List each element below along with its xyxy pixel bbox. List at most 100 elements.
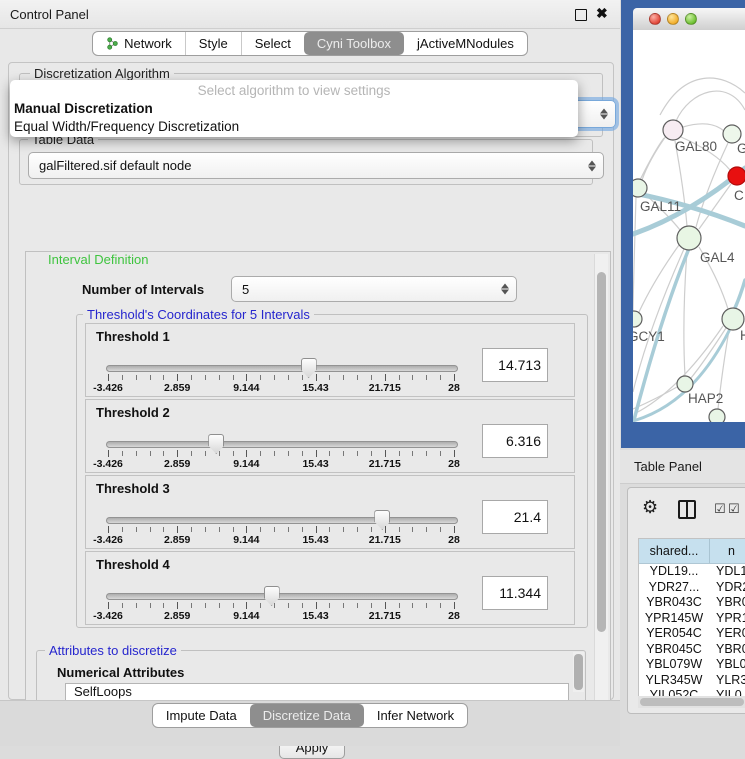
node-red[interactable] [728,167,745,185]
tick-label: 21.715 [369,534,401,546]
table-panel: ⚙ ☑ ☑ shared... n YDL19...YDL1YDR27...YD… [627,487,745,714]
node-partial[interactable] [709,409,725,422]
node-gal4[interactable] [677,226,701,250]
major-tick-mark [108,450,109,457]
major-tick-mark [454,602,455,609]
column-header-shared-name[interactable]: shared... [639,539,710,563]
minor-tick-mark [205,603,206,608]
threshold-value-field[interactable]: 21.4 [482,500,548,534]
minor-tick-mark [399,603,400,608]
gear-icon[interactable]: ⚙ [642,497,658,518]
node-h[interactable] [722,308,744,330]
minor-tick-mark [329,603,330,608]
number-of-intervals-combo[interactable]: 5 [231,276,517,302]
network-nodes[interactable] [633,120,745,422]
cell-name: YDR2 [709,580,745,596]
tab-cyni-toolbox[interactable]: Cyni Toolbox [304,32,404,55]
tab-infer-network[interactable]: Infer Network [364,704,467,727]
minor-tick-mark [371,527,372,532]
network-canvas[interactable]: GAL80 GA C GAL11 GAL4 GCY1 H HAP2 [633,30,745,422]
node-gal11[interactable] [633,179,647,197]
dropdown-item-equal-width-frequency[interactable]: Equal Width/Frequency Discretization [14,119,574,137]
minor-tick-mark [288,451,289,456]
minimize-traffic-light-icon[interactable] [667,13,679,25]
scrollbar-thumb[interactable] [640,698,744,706]
slider-scale: -3.4262.8599.14415.4321.71528 [108,602,454,622]
tick-label: 15.43 [302,534,328,546]
table-row[interactable]: YDL19...YDL1 [639,564,745,580]
attribute-item[interactable]: SelfLoops [66,684,568,699]
major-tick-mark [454,450,455,457]
scrollbar-thumb[interactable] [597,272,606,632]
horizontal-scrollbar[interactable] [638,696,745,708]
minor-tick-mark [122,603,123,608]
cell-name: YDL1 [709,564,745,580]
table-row[interactable]: YER054CYER0 [639,626,745,642]
tab-jactivemnodules[interactable]: jActiveMNodules [404,32,527,55]
dropdown-item-manual-discretization[interactable]: Manual Discretization [14,101,574,119]
tab-style[interactable]: Style [185,32,241,55]
node-gcy1[interactable] [633,311,642,327]
tick-label: -3.426 [93,458,123,470]
threshold-value-field[interactable]: 6.316 [482,424,548,458]
numerical-attributes-label: Numerical Attributes [57,665,184,680]
minor-tick-mark [343,451,344,456]
tick-label: 21.715 [369,610,401,622]
minor-tick-mark [163,375,164,380]
minor-tick-mark [357,603,358,608]
list-scrollbar[interactable] [573,652,584,692]
minor-tick-mark [219,375,220,380]
minor-tick-mark [205,375,206,380]
table-row[interactable]: YBR045CYBR0 [639,642,745,658]
tick-label: 9.144 [233,458,259,470]
threshold-value-field[interactable]: 14.713 [482,348,548,382]
zoom-traffic-light-icon[interactable] [685,13,697,25]
threshold-panel: Threshold 4 -3.4262.8599.14415.4321.7152… [85,551,575,625]
minor-tick-mark [440,451,441,456]
panel-title: Control Panel [10,7,89,22]
threshold-panel: Threshold 1 -3.4262.8599.14415.4321.7152… [85,323,575,397]
tab-label: Network [124,36,172,51]
checkbox-icon[interactable]: ☑ [728,502,740,517]
checkbox-icon[interactable]: ☑ [714,502,726,517]
minor-tick-mark [343,603,344,608]
minor-tick-mark [399,451,400,456]
scrollbar-thumb[interactable] [574,654,583,690]
node-label: GAL4 [700,250,735,265]
table-row[interactable]: YBR043CYBR0 [639,595,745,611]
table-row[interactable]: YLR345WYLR3 [639,673,745,689]
major-tick-mark [177,374,178,381]
tab-select[interactable]: Select [241,32,304,55]
table-row[interactable]: YPR145WYPR1 [639,611,745,627]
table-row[interactable]: YDR27...YDR2 [639,580,745,596]
table-header-row: shared... n [639,539,745,564]
tab-impute-data[interactable]: Impute Data [153,704,250,727]
split-columns-icon[interactable] [678,500,696,519]
table-row[interactable]: YBL079WYBL0 [639,657,745,673]
minor-tick-mark [329,375,330,380]
tab-network[interactable]: Network [93,32,185,55]
tick-label: 2.859 [164,534,190,546]
major-tick-mark [454,374,455,381]
major-tick-mark [316,450,317,457]
minor-tick-mark [191,527,192,532]
close-traffic-light-icon[interactable] [649,13,661,25]
table-data-combo[interactable]: galFiltered.sif default node [28,152,604,179]
node-gal80[interactable] [663,120,683,140]
tab-discretize-data[interactable]: Discretize Data [250,704,364,727]
minor-tick-mark [136,375,137,380]
cell-name: YER0 [709,626,745,642]
close-icon[interactable]: ✖ [596,5,608,22]
tick-label: -3.426 [93,534,123,546]
threshold-value-field[interactable]: 11.344 [482,576,548,610]
node-label: C [734,188,744,203]
major-tick-mark [385,602,386,609]
major-tick-mark [177,602,178,609]
float-window-icon[interactable] [575,9,587,21]
minor-tick-mark [219,603,220,608]
column-header-name[interactable]: n [710,539,745,563]
vertical-scrollbar[interactable] [594,254,608,724]
control-panel: Control Panel ✖ Network Style [0,0,620,745]
network-window-titlebar[interactable] [633,8,745,31]
node-hap2[interactable] [677,376,693,392]
